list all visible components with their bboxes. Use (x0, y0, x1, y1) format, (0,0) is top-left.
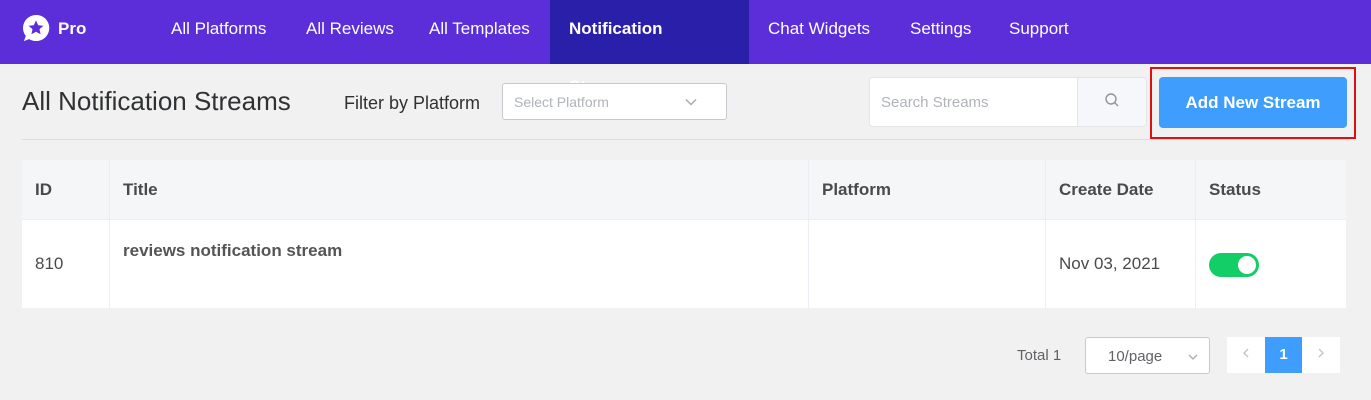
search-button[interactable] (1077, 78, 1146, 126)
cell-create-date: Nov 03, 2021 (1046, 220, 1196, 308)
chevron-down-icon (1187, 350, 1199, 362)
next-page-button[interactable] (1302, 337, 1340, 373)
column-header-create-date[interactable]: Create Date (1046, 160, 1196, 220)
search-icon (1104, 92, 1120, 113)
chevron-right-icon (1315, 346, 1327, 364)
page-number-button[interactable]: 1 (1265, 337, 1302, 373)
cell-title: reviews notification stream (110, 220, 809, 308)
top-navbar: Pro All Platforms All Reviews All Templa… (0, 0, 1371, 96)
cell-id: 810 (22, 220, 110, 308)
nav-settings[interactable]: Settings (891, 0, 990, 64)
previous-page-button[interactable] (1227, 337, 1265, 373)
page-size-select[interactable]: 10/page (1085, 337, 1210, 374)
add-new-stream-button[interactable]: Add New Stream (1159, 77, 1347, 128)
platform-select[interactable]: Select Platform (502, 83, 727, 120)
table-header: ID Title Platform Create Date Status (22, 160, 1346, 220)
header-divider (22, 139, 1348, 140)
star-chat-icon (22, 14, 50, 42)
nav-all-reviews[interactable]: All Reviews (287, 0, 413, 64)
nav-support[interactable]: Support (990, 0, 1088, 64)
brand[interactable]: Pro (22, 14, 86, 42)
pagination-total: Total 1 (1017, 347, 1062, 364)
column-header-id[interactable]: ID (22, 160, 110, 220)
toggle-knob (1238, 256, 1256, 274)
search-input[interactable] (870, 78, 1078, 126)
table-row: 810 reviews notification stream Nov 03, … (22, 220, 1346, 308)
nav-all-platforms[interactable]: All Platforms (152, 0, 285, 64)
chevron-left-icon (1240, 346, 1252, 364)
search-box (869, 77, 1147, 127)
platform-select-placeholder: Select Platform (514, 94, 609, 110)
page-size-value: 10/page (1108, 348, 1163, 365)
page-title: All Notification Streams (22, 86, 291, 116)
chevron-down-icon (684, 95, 698, 109)
stream-title-link[interactable]: reviews notification stream (123, 241, 342, 260)
brand-label: Pro (58, 19, 87, 38)
cell-platform (809, 220, 1046, 308)
status-toggle[interactable] (1209, 253, 1259, 277)
column-header-title[interactable]: Title (110, 160, 809, 220)
nav-all-templates[interactable]: All Templates (410, 0, 549, 64)
column-header-status[interactable]: Status (1196, 160, 1346, 220)
filter-label: Filter by Platform (344, 93, 481, 113)
cell-status (1196, 220, 1346, 308)
highlight-box: Add New Stream (1150, 67, 1356, 139)
column-header-platform[interactable]: Platform (809, 160, 1046, 220)
nav-chat-widgets[interactable]: Chat Widgets (749, 0, 889, 64)
nav-notification-streams[interactable]: Notification Streams (550, 0, 749, 96)
streams-table: ID Title Platform Create Date Status 810… (22, 160, 1346, 308)
